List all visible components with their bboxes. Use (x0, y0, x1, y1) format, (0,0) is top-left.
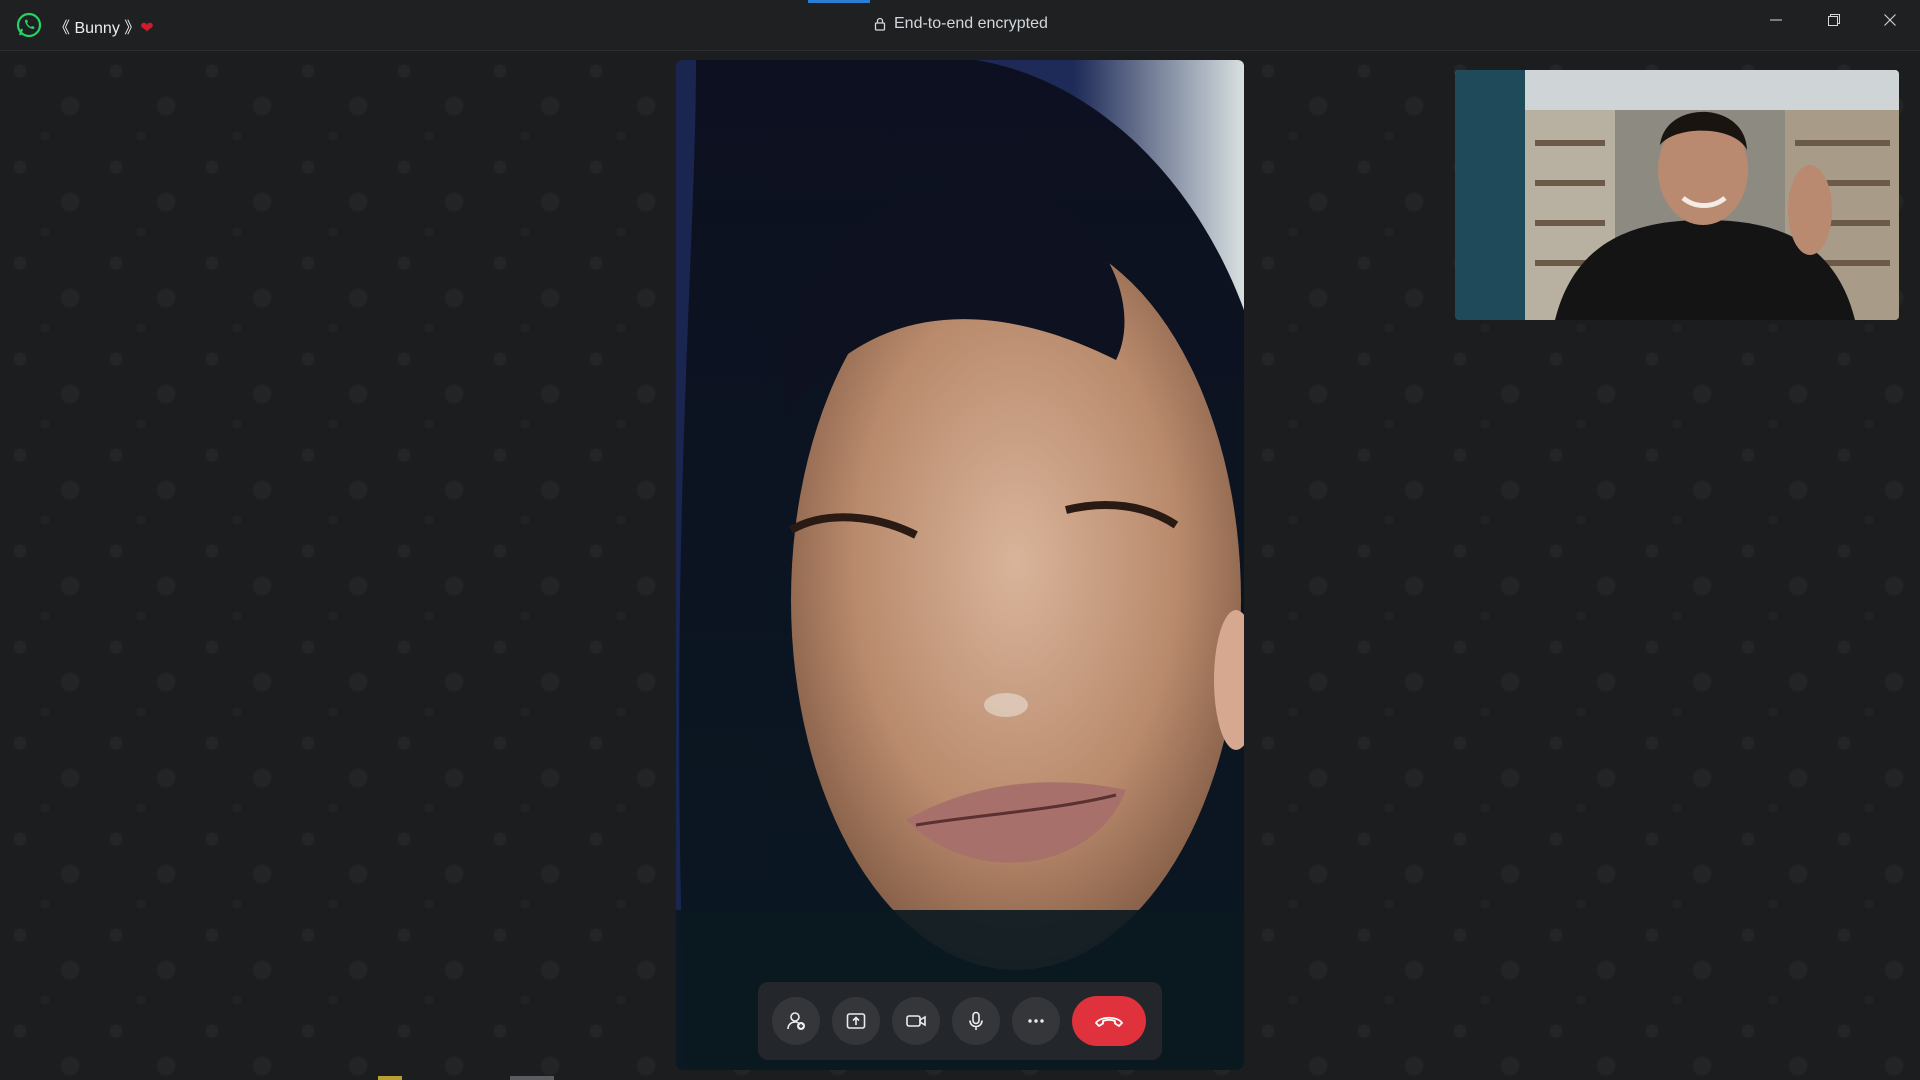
self-video-image (1455, 70, 1899, 320)
close-window-button[interactable] (1862, 0, 1918, 40)
remote-video-image (676, 60, 1244, 1070)
more-options-button[interactable] (1012, 997, 1060, 1045)
more-options-icon (1028, 1019, 1044, 1023)
taskbar-peek-left (378, 1076, 402, 1080)
video-camera-icon (906, 1015, 926, 1027)
whatsapp-logo-icon (16, 12, 42, 38)
minimize-button[interactable] (1748, 0, 1804, 40)
encryption-label: End-to-end encrypted (894, 15, 1048, 32)
tab-indicator (808, 0, 870, 3)
share-screen-icon (846, 1013, 866, 1029)
encryption-status: End-to-end encrypted (874, 15, 1048, 33)
microphone-icon (969, 1011, 983, 1030)
call-controls-bar (758, 982, 1162, 1060)
title-bar: 《 Bunny 》❤ End-to-end encrypted (0, 0, 1920, 51)
heart-icon: ❤ (140, 20, 154, 37)
taskbar-peek-right (510, 1076, 554, 1080)
add-participant-button[interactable] (772, 997, 820, 1045)
contact-name: 《 Bunny 》❤ (54, 20, 154, 37)
end-call-icon (1095, 1016, 1123, 1027)
share-screen-button[interactable] (832, 997, 880, 1045)
close-icon (1884, 14, 1896, 26)
add-participant-icon (787, 1012, 805, 1030)
restore-icon (1828, 14, 1840, 26)
remote-video-feed[interactable] (676, 60, 1244, 1070)
video-toggle-button[interactable] (892, 997, 940, 1045)
lock-icon (874, 17, 886, 31)
self-video-preview[interactable] (1455, 70, 1899, 320)
minimize-icon (1770, 19, 1782, 21)
restore-button[interactable] (1806, 0, 1862, 40)
microphone-toggle-button[interactable] (952, 997, 1000, 1045)
end-call-button[interactable] (1072, 996, 1146, 1046)
